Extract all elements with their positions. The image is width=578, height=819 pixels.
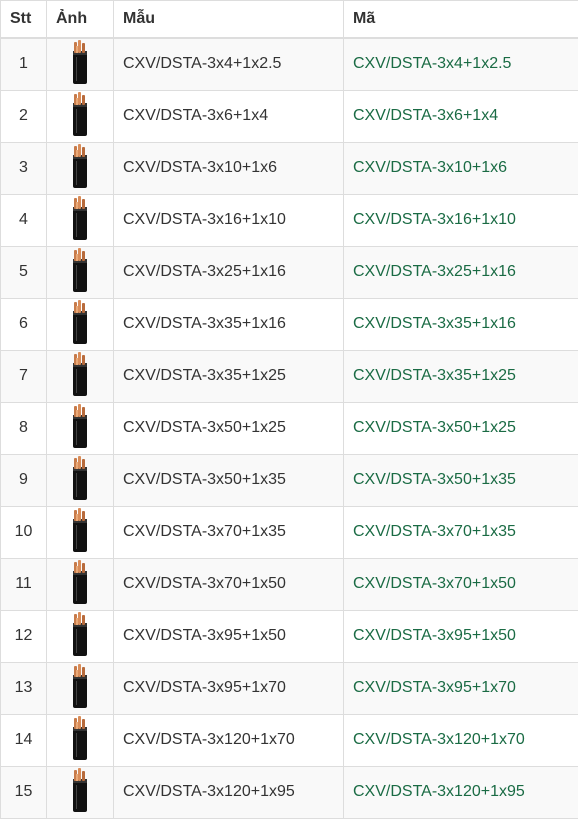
- header-code: Mã: [344, 1, 578, 38]
- row-number: 15: [1, 766, 47, 818]
- header-model: Mẫu: [114, 1, 344, 38]
- table-row: 7 CXV/DSTA-3x35+1x25CXV/DSTA-3x35+1x25: [1, 350, 578, 402]
- row-image-cell: [47, 90, 114, 142]
- row-model: CXV/DSTA-3x4+1x2.5: [114, 38, 344, 91]
- row-model: CXV/DSTA-3x95+1x70: [114, 662, 344, 714]
- product-table: Stt Ảnh Mẫu Mã 1CXV/DSTA-3x4+1x2.5CXV/DS…: [0, 0, 578, 819]
- table-body: 1 CXV/DSTA-3x4+1x2.5CXV/DSTA-3x4+1x2.5 2 CX…: [1, 38, 578, 819]
- row-image-cell: [47, 246, 114, 298]
- row-code-link[interactable]: CXV/DSTA-3x70+1x35: [344, 506, 578, 558]
- cable-thumbnail-icon[interactable]: [68, 611, 92, 662]
- row-number: 12: [1, 610, 47, 662]
- row-number: 1: [1, 38, 47, 91]
- table-row: 10 CXV/DSTA-3x70+1x35CXV/DSTA-3x70+1x35: [1, 506, 578, 558]
- table-row: 3 CXV/DSTA-3x10+1x6CXV/DSTA-3x10+1x6: [1, 142, 578, 194]
- cable-thumbnail-icon[interactable]: [68, 351, 92, 402]
- table-row: 6 CXV/DSTA-3x35+1x16CXV/DSTA-3x35+1x16: [1, 298, 578, 350]
- cable-thumbnail-icon[interactable]: [68, 663, 92, 714]
- table-row: 9 CXV/DSTA-3x50+1x35CXV/DSTA-3x50+1x35: [1, 454, 578, 506]
- table-row: 5 CXV/DSTA-3x25+1x16CXV/DSTA-3x25+1x16: [1, 246, 578, 298]
- row-code-link[interactable]: CXV/DSTA-3x25+1x16: [344, 246, 578, 298]
- row-model: CXV/DSTA-3x50+1x35: [114, 454, 344, 506]
- row-model: CXV/DSTA-3x70+1x35: [114, 506, 344, 558]
- cable-thumbnail-icon[interactable]: [68, 247, 92, 298]
- cable-thumbnail-icon[interactable]: [68, 195, 92, 246]
- row-number: 8: [1, 402, 47, 454]
- cable-thumbnail-icon[interactable]: [68, 507, 92, 558]
- row-number: 13: [1, 662, 47, 714]
- row-code-link[interactable]: CXV/DSTA-3x95+1x50: [344, 610, 578, 662]
- row-code-link[interactable]: CXV/DSTA-3x4+1x2.5: [344, 38, 578, 91]
- row-number: 6: [1, 298, 47, 350]
- row-number: 5: [1, 246, 47, 298]
- row-number: 2: [1, 90, 47, 142]
- row-image-cell: [47, 142, 114, 194]
- row-image-cell: [47, 766, 114, 818]
- row-code-link[interactable]: CXV/DSTA-3x6+1x4: [344, 90, 578, 142]
- table-row: 15 CXV/DSTA-3x120+1x95CXV/DSTA-3x120+1x95: [1, 766, 578, 818]
- row-model: CXV/DSTA-3x25+1x16: [114, 246, 344, 298]
- row-model: CXV/DSTA-3x16+1x10: [114, 194, 344, 246]
- table-row: 1 CXV/DSTA-3x4+1x2.5CXV/DSTA-3x4+1x2.5: [1, 38, 578, 91]
- cable-thumbnail-icon[interactable]: [68, 143, 92, 194]
- row-image-cell: [47, 298, 114, 350]
- row-code-link[interactable]: CXV/DSTA-3x35+1x25: [344, 350, 578, 402]
- table-row: 2 CXV/DSTA-3x6+1x4CXV/DSTA-3x6+1x4: [1, 90, 578, 142]
- header-row: Stt Ảnh Mẫu Mã: [1, 1, 578, 38]
- table-row: 12 CXV/DSTA-3x95+1x50CXV/DSTA-3x95+1x50: [1, 610, 578, 662]
- row-number: 4: [1, 194, 47, 246]
- cable-thumbnail-icon[interactable]: [68, 91, 92, 142]
- cable-thumbnail-icon[interactable]: [68, 403, 92, 454]
- table-row: 4 CXV/DSTA-3x16+1x10CXV/DSTA-3x16+1x10: [1, 194, 578, 246]
- row-image-cell: [47, 350, 114, 402]
- cable-thumbnail-icon[interactable]: [68, 767, 92, 818]
- table-header: Stt Ảnh Mẫu Mã: [1, 1, 578, 38]
- row-number: 9: [1, 454, 47, 506]
- row-image-cell: [47, 714, 114, 766]
- row-image-cell: [47, 610, 114, 662]
- row-model: CXV/DSTA-3x35+1x16: [114, 298, 344, 350]
- row-image-cell: [47, 194, 114, 246]
- row-model: CXV/DSTA-3x10+1x6: [114, 142, 344, 194]
- row-model: CXV/DSTA-3x120+1x70: [114, 714, 344, 766]
- row-code-link[interactable]: CXV/DSTA-3x35+1x16: [344, 298, 578, 350]
- header-stt: Stt: [1, 1, 47, 38]
- cable-thumbnail-icon[interactable]: [68, 299, 92, 350]
- row-image-cell: [47, 402, 114, 454]
- row-image-cell: [47, 506, 114, 558]
- header-image: Ảnh: [47, 1, 114, 38]
- cable-thumbnail-icon[interactable]: [68, 715, 92, 766]
- row-model: CXV/DSTA-3x50+1x25: [114, 402, 344, 454]
- row-code-link[interactable]: CXV/DSTA-3x120+1x70: [344, 714, 578, 766]
- row-number: 14: [1, 714, 47, 766]
- row-code-link[interactable]: CXV/DSTA-3x120+1x95: [344, 766, 578, 818]
- row-code-link[interactable]: CXV/DSTA-3x16+1x10: [344, 194, 578, 246]
- table-row: 11 CXV/DSTA-3x70+1x50CXV/DSTA-3x70+1x50: [1, 558, 578, 610]
- row-code-link[interactable]: CXV/DSTA-3x10+1x6: [344, 142, 578, 194]
- row-number: 3: [1, 142, 47, 194]
- row-number: 7: [1, 350, 47, 402]
- row-model: CXV/DSTA-3x35+1x25: [114, 350, 344, 402]
- row-model: CXV/DSTA-3x70+1x50: [114, 558, 344, 610]
- table-row: 13 CXV/DSTA-3x95+1x70CXV/DSTA-3x95+1x70: [1, 662, 578, 714]
- row-code-link[interactable]: CXV/DSTA-3x50+1x25: [344, 402, 578, 454]
- row-model: CXV/DSTA-3x6+1x4: [114, 90, 344, 142]
- row-model: CXV/DSTA-3x95+1x50: [114, 610, 344, 662]
- row-code-link[interactable]: CXV/DSTA-3x50+1x35: [344, 454, 578, 506]
- row-image-cell: [47, 558, 114, 610]
- table-row: 14 CXV/DSTA-3x120+1x70CXV/DSTA-3x120+1x70: [1, 714, 578, 766]
- cable-thumbnail-icon[interactable]: [68, 559, 92, 610]
- table-row: 8 CXV/DSTA-3x50+1x25CXV/DSTA-3x50+1x25: [1, 402, 578, 454]
- row-number: 10: [1, 506, 47, 558]
- row-code-link[interactable]: CXV/DSTA-3x70+1x50: [344, 558, 578, 610]
- cable-thumbnail-icon[interactable]: [68, 39, 92, 90]
- row-model: CXV/DSTA-3x120+1x95: [114, 766, 344, 818]
- row-image-cell: [47, 662, 114, 714]
- row-code-link[interactable]: CXV/DSTA-3x95+1x70: [344, 662, 578, 714]
- row-image-cell: [47, 454, 114, 506]
- cable-thumbnail-icon[interactable]: [68, 455, 92, 506]
- row-image-cell: [47, 38, 114, 91]
- row-number: 11: [1, 558, 47, 610]
